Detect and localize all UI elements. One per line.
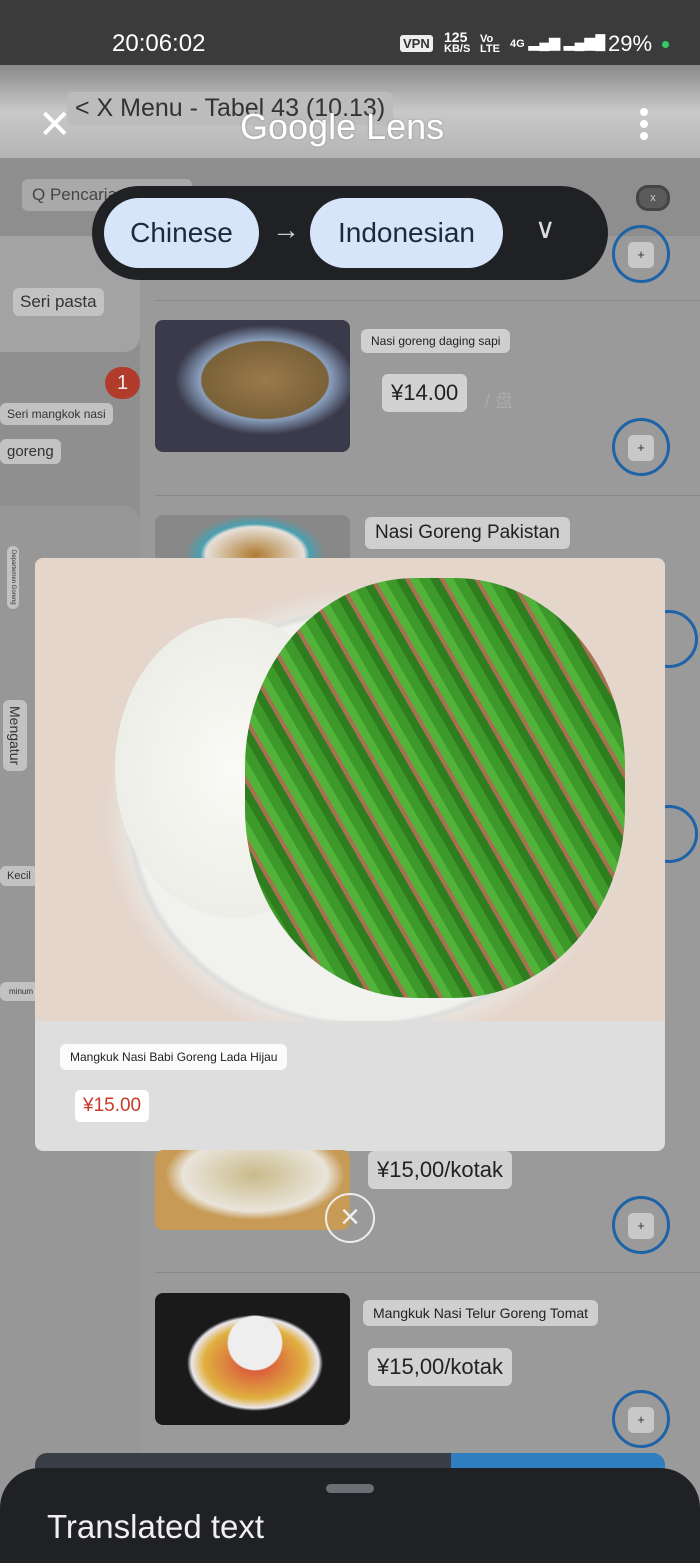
sidebar-item-seri-mangkok[interactable]: Seri mangkok nasi [0,403,113,425]
volte-icon: Vo LTE [480,33,500,55]
food-image [155,1293,350,1425]
status-bar: 20:06:02 VPN 125 KB/S Vo LTE 4G ▂▄▆ ▂▄▆█ … [0,0,700,65]
add-button[interactable]: + [612,225,670,283]
popup-item-price: ¥15.00 [75,1090,150,1122]
signal-icon: 4G ▂▄▆ ▂▄▆█ [510,34,606,50]
food-image [35,558,665,1021]
item-price: ¥15,00/kotak [368,1151,512,1189]
close-popup-button[interactable]: × [325,1193,375,1243]
vpn-icon: VPN [400,35,433,52]
sidebar-item-seri-pasta[interactable]: Seri pasta [13,288,104,316]
speed-value: 125 [444,29,468,45]
speed-unit: KB/S [444,43,471,55]
source-language-chip[interactable]: Chinese [104,198,259,268]
item-name: Nasi Goreng Pakistan [365,517,570,549]
arrow-right-icon: → [272,214,300,245]
chevron-down-icon[interactable]: ∨ [535,212,556,245]
divider [155,300,700,301]
drag-handle[interactable] [326,1484,374,1493]
add-button[interactable]: + [612,418,670,476]
item-price: ¥14.00 [382,374,468,412]
add-button[interactable]: + [612,1196,670,1254]
clock: 20:06:02 [112,30,206,57]
sidebar-item-kecil[interactable]: Kecil [0,866,38,886]
sidebar-item-departemen-goreng[interactable]: Departemen Goreng [7,546,19,609]
item-name: Nasi goreng daging sapi [361,329,511,353]
close-icon[interactable]: ✕ [38,105,72,145]
network-speed: 125 KB/S [444,29,471,55]
bottom-sheet[interactable]: Translated text [0,1468,700,1563]
item-name: Mangkuk Nasi Telur Goreng Tomat [363,1300,599,1326]
clear-button[interactable]: x [636,185,670,211]
target-language-chip[interactable]: Indonesian [310,198,503,268]
food-image [155,1150,350,1230]
privacy-dot [662,41,669,48]
item-detail-popup: Mangkuk Nasi Babi Goreng Lada Hijau ¥15.… [35,558,665,1151]
add-button[interactable]: + [612,1390,670,1448]
food-image [155,320,350,452]
popup-item-name: Mangkuk Nasi Babi Goreng Lada Hijau [60,1044,288,1070]
more-vert-icon[interactable] [640,108,650,144]
language-selector: Chinese → Indonesian ∨ [92,186,608,280]
battery-level: 29% [608,31,653,56]
divider [155,1272,700,1273]
app-title: Google Lens [240,106,445,147]
cart-count-badge: 1 [105,367,140,399]
sidebar-item-mengatur[interactable]: Mengatur [3,700,27,772]
sidebar-item-goreng[interactable]: goreng [0,439,61,464]
sheet-title: Translated text [47,1508,265,1545]
item-price: ¥15,00/kotak [368,1348,512,1386]
item-unit: / 盘 [485,391,514,411]
divider [155,495,700,496]
